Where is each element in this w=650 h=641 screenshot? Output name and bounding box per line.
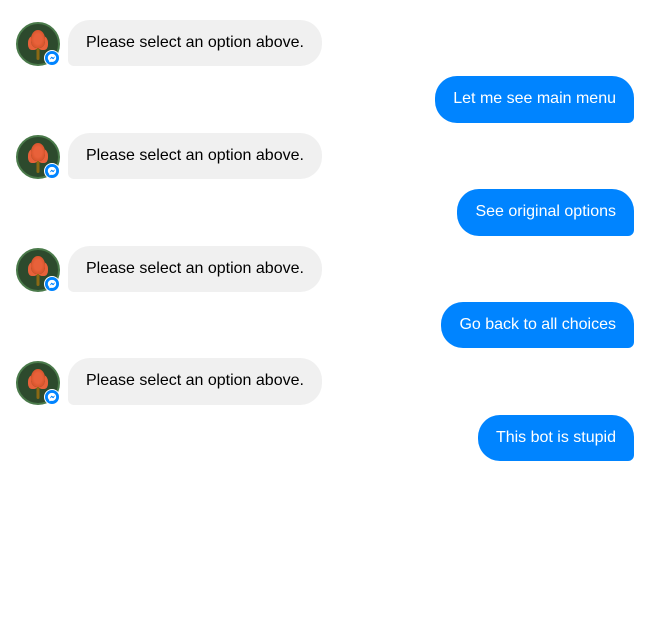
user-message-1: Let me see main menu (435, 76, 634, 122)
bot-avatar-2 (16, 135, 60, 179)
message-row-bot-2: Please select an option above. (16, 133, 634, 179)
message-row-bot-3: Please select an option above. (16, 246, 634, 292)
bot-avatar-4 (16, 361, 60, 405)
user-message-4: This bot is stupid (478, 415, 634, 461)
user-message-2: See original options (457, 189, 634, 235)
messenger-badge-icon (44, 389, 60, 405)
message-row-bot-4: Please select an option above. (16, 358, 634, 404)
bot-message-2: Please select an option above. (68, 133, 322, 179)
bot-message-1: Please select an option above. (68, 20, 322, 66)
messenger-badge-icon (44, 163, 60, 179)
bot-message-4: Please select an option above. (68, 358, 322, 404)
messenger-badge-icon (44, 276, 60, 292)
user-message-3: Go back to all choices (441, 302, 634, 348)
message-row-user-3: Go back to all choices (16, 302, 634, 348)
messenger-badge-icon (44, 50, 60, 66)
message-row-user-2: See original options (16, 189, 634, 235)
message-row-bot-1: Please select an option above. (16, 20, 634, 66)
bot-message-3: Please select an option above. (68, 246, 322, 292)
bot-avatar-1 (16, 22, 60, 66)
message-row-user-4: This bot is stupid (16, 415, 634, 461)
message-row-user-1: Let me see main menu (16, 76, 634, 122)
bot-avatar-3 (16, 248, 60, 292)
